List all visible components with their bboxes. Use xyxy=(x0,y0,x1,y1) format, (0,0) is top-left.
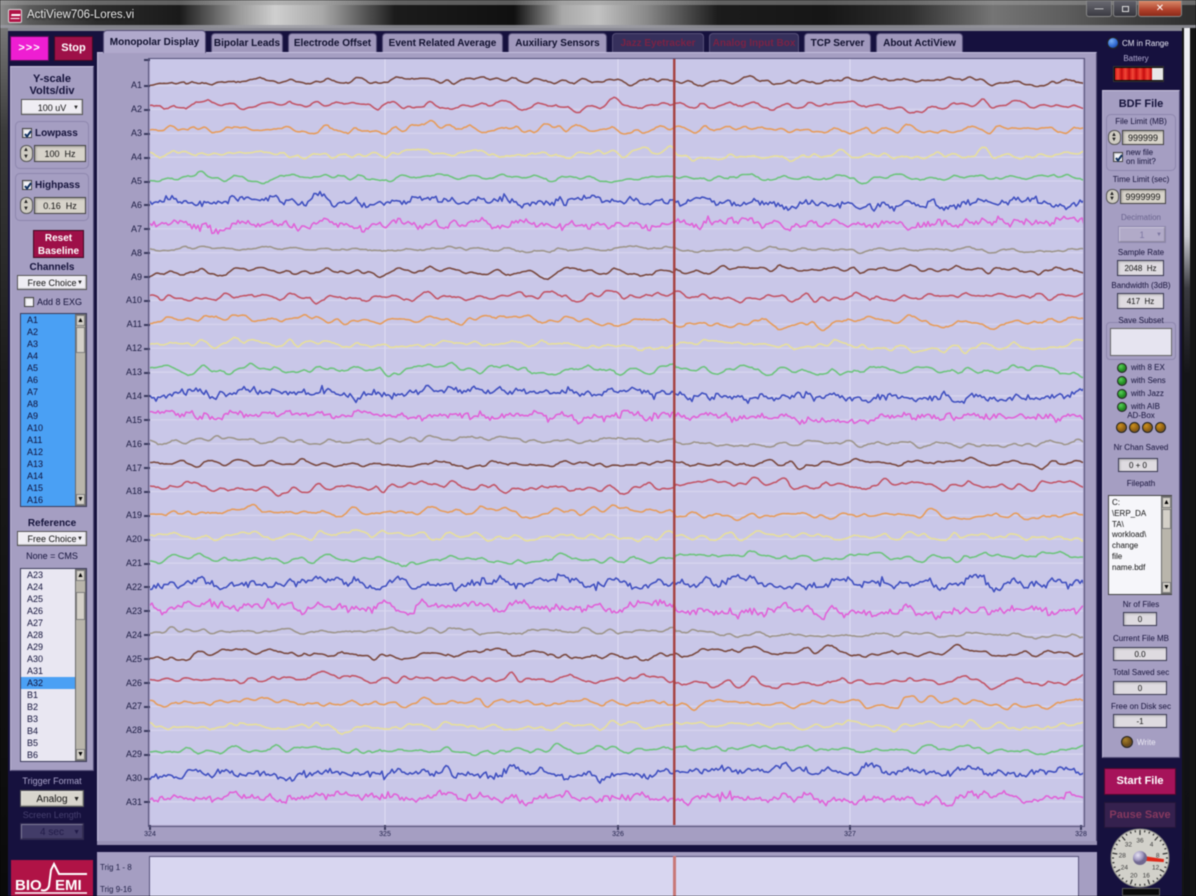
svg-text:BIO: BIO xyxy=(15,877,42,894)
svg-text:EMI: EMI xyxy=(55,877,82,894)
svg-text:36: 36 xyxy=(1136,838,1144,845)
svg-text:32: 32 xyxy=(1125,842,1133,849)
svg-text:28: 28 xyxy=(1119,852,1127,859)
svg-text:24: 24 xyxy=(1121,865,1129,872)
svg-text:16: 16 xyxy=(1143,872,1151,879)
svg-text:20: 20 xyxy=(1130,872,1138,879)
svg-text:4: 4 xyxy=(1150,842,1154,849)
svg-text:12: 12 xyxy=(1152,865,1160,872)
